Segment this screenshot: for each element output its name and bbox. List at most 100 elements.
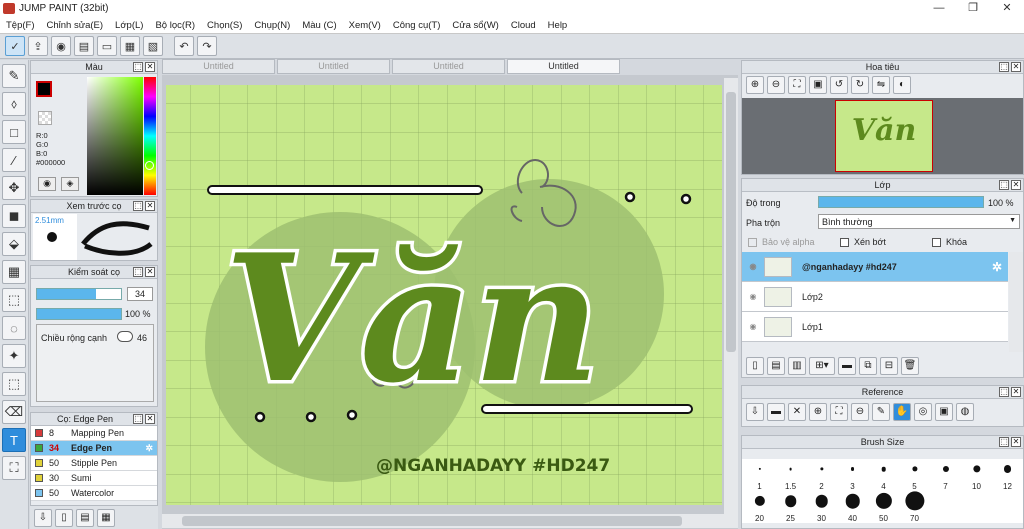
close-reference-icon[interactable]: ✕	[788, 403, 806, 421]
layer-row[interactable]: ◉ Lớp1	[742, 312, 1008, 342]
lock-checkbox[interactable]	[932, 237, 941, 247]
rotate-right-icon[interactable]: ↻	[851, 76, 869, 94]
menu-color[interactable]: Màu (C)	[296, 20, 342, 31]
brush-list-item[interactable]: 34 Edge Pen ✲	[31, 441, 157, 456]
opacity-slider[interactable]	[36, 308, 122, 320]
lasso-icon[interactable]: ◌	[2, 316, 26, 340]
undo-icon[interactable]: ↶	[174, 36, 194, 56]
ref-flip-icon[interactable]: ▣	[935, 403, 953, 421]
page-icon[interactable]: ▭	[97, 36, 117, 56]
brush-size-option[interactable]: 10	[961, 459, 992, 491]
add-layer-menu-icon[interactable]: ⊞▾	[809, 357, 835, 375]
eraser-select-icon[interactable]: ⌫	[2, 400, 26, 424]
delete-layer-icon[interactable]: 🗑	[901, 357, 919, 375]
actual-size-icon[interactable]: ▣	[809, 76, 827, 94]
maximize-button[interactable]: ❐	[956, 0, 990, 17]
ref-rotate-icon[interactable]: ◎	[914, 403, 932, 421]
menu-tools[interactable]: Công cụ(T)	[387, 20, 447, 31]
menu-layer[interactable]: Lớp(L)	[109, 20, 149, 31]
size-slider[interactable]	[36, 288, 122, 300]
layer-row[interactable]: ◉ Lớp2	[742, 282, 1008, 312]
saturation-value-picker[interactable]	[87, 77, 143, 195]
open-folder-icon[interactable]: ▬	[767, 403, 785, 421]
panel-close-icon[interactable]: ✕	[145, 267, 155, 277]
size-input[interactable]: 34	[127, 287, 153, 301]
panel-float-icon[interactable]: ⬚	[133, 414, 143, 424]
panel-float-icon[interactable]: ⬚	[133, 267, 143, 277]
gradient-icon[interactable]: ▦	[2, 260, 26, 284]
panel-float-icon[interactable]: ⬚	[999, 437, 1009, 447]
panel-float-icon[interactable]: ⬚	[999, 387, 1009, 397]
flip-icon[interactable]: ⇋	[872, 76, 890, 94]
brush-size-option[interactable]: 5	[899, 459, 930, 491]
folder-icon[interactable]: ▬	[838, 357, 856, 375]
rotate-left-icon[interactable]: ↺	[830, 76, 848, 94]
layers-scrollbar[interactable]	[1009, 252, 1023, 352]
document-icon[interactable]: ▤	[74, 36, 94, 56]
grid-icon[interactable]: ▦	[120, 36, 140, 56]
eyedropper-icon[interactable]: ◈	[61, 177, 79, 191]
panel-float-icon[interactable]: ⬚	[999, 180, 1009, 190]
panel-float-icon[interactable]: ⬚	[133, 201, 143, 211]
duplicate-layer-icon[interactable]: ⧉	[859, 357, 877, 375]
menu-select[interactable]: Chọn(S)	[201, 20, 248, 31]
tab-untitled-active[interactable]: Untitled	[507, 59, 620, 74]
brush-list-item[interactable]: 50 Watercolor	[31, 486, 157, 501]
move-icon[interactable]: ✥	[2, 176, 26, 200]
check-icon[interactable]: ✓	[5, 36, 25, 56]
transparent-swatch[interactable]	[38, 111, 52, 125]
panel-close-icon[interactable]: ✕	[1011, 62, 1021, 72]
gear-icon[interactable]: ✲	[992, 260, 1002, 274]
speech-icon[interactable]: ◉	[51, 36, 71, 56]
panel-close-icon[interactable]: ✕	[145, 414, 155, 424]
brush-size-option[interactable]: 30	[806, 491, 837, 523]
brush-size-option[interactable]: 7	[930, 459, 961, 491]
fit-icon[interactable]: ⛶	[788, 76, 806, 94]
tab-untitled-3[interactable]: Untitled	[392, 59, 505, 74]
brush-size-option[interactable]: 25	[775, 491, 806, 523]
brush-new-icon[interactable]: ▯	[55, 508, 73, 527]
layer-row[interactable]: ◉ @nganhadayy #hd247 ✲	[742, 252, 1008, 282]
menu-window[interactable]: Cửa sổ(W)	[446, 20, 504, 31]
brush-size-option[interactable]: 70	[899, 491, 930, 523]
canvas-area[interactable]: Văn @NGANHADAYY #HD247	[162, 75, 738, 529]
brush-size-option[interactable]: 2	[806, 459, 837, 491]
brush-size-option[interactable]: 3	[837, 459, 868, 491]
gear-icon[interactable]: ✲	[145, 443, 153, 454]
reset-icon[interactable]: ◐	[893, 76, 911, 94]
menu-filter[interactable]: Bộ lọc(R)	[149, 20, 201, 31]
menu-file[interactable]: Tệp(F)	[0, 20, 41, 31]
layer-opacity-slider[interactable]	[818, 196, 984, 208]
visibility-icon[interactable]: ◉	[742, 322, 764, 331]
minimize-button[interactable]: —	[922, 0, 956, 17]
brush-list-item[interactable]: 30 Sumi	[31, 471, 157, 486]
panel-close-icon[interactable]: ✕	[145, 62, 155, 72]
menu-capture[interactable]: Chụp(N)	[248, 20, 296, 31]
pen-icon[interactable]: ✎	[2, 64, 26, 88]
canvas-horizontal-scrollbar[interactable]	[162, 514, 724, 528]
panel-float-icon[interactable]: ⬚	[133, 62, 143, 72]
brush-settings-icon[interactable]: ▦	[97, 508, 115, 527]
tab-untitled-2[interactable]: Untitled	[277, 59, 390, 74]
stamp-icon[interactable]: ⛶	[2, 456, 26, 480]
new-text-layer-icon[interactable]: ▥	[788, 357, 806, 375]
tab-untitled-1[interactable]: Untitled	[162, 59, 275, 74]
hue-handle[interactable]	[145, 161, 154, 170]
panel-close-icon[interactable]: ✕	[145, 201, 155, 211]
brush-size-option[interactable]: 20	[744, 491, 775, 523]
protect-alpha-checkbox[interactable]	[748, 237, 757, 247]
brush-list-item[interactable]: 50 Stipple Pen	[31, 456, 157, 471]
brush-copy-icon[interactable]: ▤	[76, 508, 94, 527]
brush-size-option[interactable]: 4	[868, 459, 899, 491]
edge-width-toggle[interactable]	[117, 331, 133, 342]
bucket-icon[interactable]: ⬙	[2, 232, 26, 256]
ref-zoom-out-icon[interactable]: ⊖	[851, 403, 869, 421]
fill-icon[interactable]: ◼	[2, 204, 26, 228]
brush-size-option[interactable]: 12	[992, 459, 1023, 491]
hand-icon[interactable]: ✋	[893, 403, 911, 421]
blend-mode-select[interactable]: Bình thường ▼	[818, 214, 1020, 229]
new-raster-icon[interactable]: ▤	[767, 357, 785, 375]
brush-size-option[interactable]: 1.5	[775, 459, 806, 491]
eraser-icon[interactable]: ⬨	[2, 92, 26, 116]
ref-zoom-in-icon[interactable]: ⊕	[809, 403, 827, 421]
